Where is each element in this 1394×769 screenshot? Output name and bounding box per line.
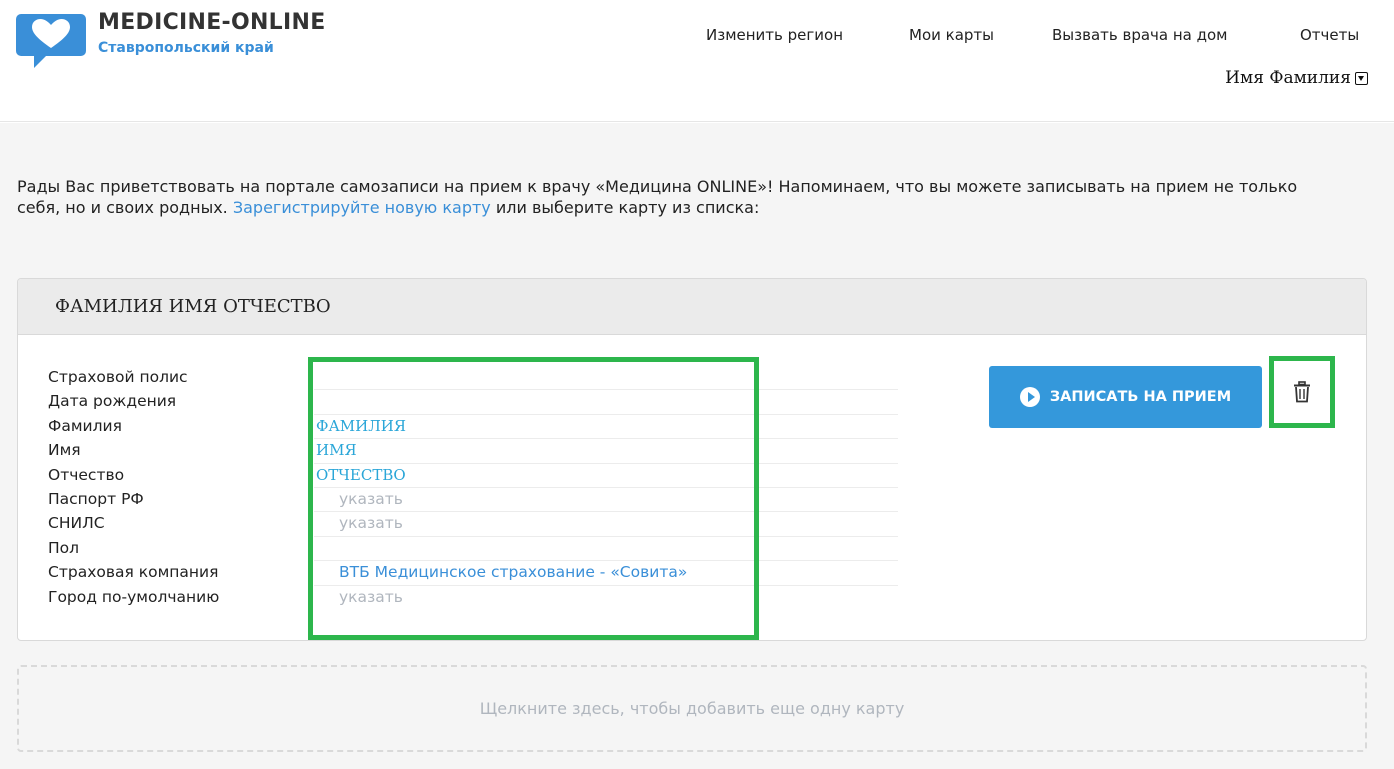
nav-my-cards[interactable]: Мои карты [909, 26, 994, 44]
user-name: Имя Фамилия [1225, 68, 1351, 88]
field-label: Фамилия [48, 416, 122, 435]
play-circle-icon [1019, 387, 1040, 407]
field-label: СНИЛС [48, 514, 105, 533]
card-title: ФАМИЛИЯ ИМЯ ОТЧЕСТВО [55, 296, 331, 317]
register-new-card-link[interactable]: Зарегистрируйте новую карту [233, 198, 491, 217]
header: MEDICINE-ONLINE Ставропольский край Изме… [0, 0, 1394, 122]
nav-reports[interactable]: Отчеты [1300, 26, 1359, 44]
book-appointment-button[interactable]: ЗАПИСАТЬ НА ПРИЕМ [989, 366, 1262, 428]
dropdown-caret-icon [1355, 71, 1368, 85]
field-label: Отчество [48, 465, 125, 484]
card-header: ФАМИЛИЯ ИМЯ ОТЧЕСТВО [18, 279, 1366, 335]
nav-change-region[interactable]: Изменить регион [706, 26, 843, 44]
nav-call-doctor[interactable]: Вызвать врача на дом [1052, 26, 1228, 44]
field-label: Имя [48, 441, 81, 460]
field-label: Дата рождения [48, 392, 177, 411]
main-content: Рады Вас приветствовать на портале самоз… [0, 123, 1394, 769]
fields-highlight-box [308, 357, 759, 640]
field-label: Страховой полис [48, 368, 188, 386]
trash-icon [1294, 381, 1310, 403]
brand-region: Ставропольский край [98, 40, 274, 56]
field-label: Паспорт РФ [48, 489, 144, 508]
field-label: Страховая компания [48, 563, 219, 582]
book-appointment-label: ЗАПИСАТЬ НА ПРИЕМ [1049, 389, 1232, 405]
brand-name: MEDICINE-ONLINE [98, 10, 326, 35]
user-menu[interactable]: Имя Фамилия [1225, 68, 1368, 88]
field-label: Пол [48, 538, 80, 557]
add-card-label: Щелкните здесь, чтобы добавить еще одну … [479, 699, 905, 718]
field-label: Город по-умолчанию [48, 587, 220, 606]
patient-card: ФАМИЛИЯ ИМЯ ОТЧЕСТВО Страховой полис Дат… [17, 278, 1367, 641]
delete-card-button[interactable] [1269, 356, 1335, 428]
welcome-text: Рады Вас приветствовать на портале самоз… [17, 177, 1298, 217]
add-card-button[interactable]: Щелкните здесь, чтобы добавить еще одну … [17, 665, 1367, 752]
heart-logo-icon[interactable] [16, 14, 86, 68]
